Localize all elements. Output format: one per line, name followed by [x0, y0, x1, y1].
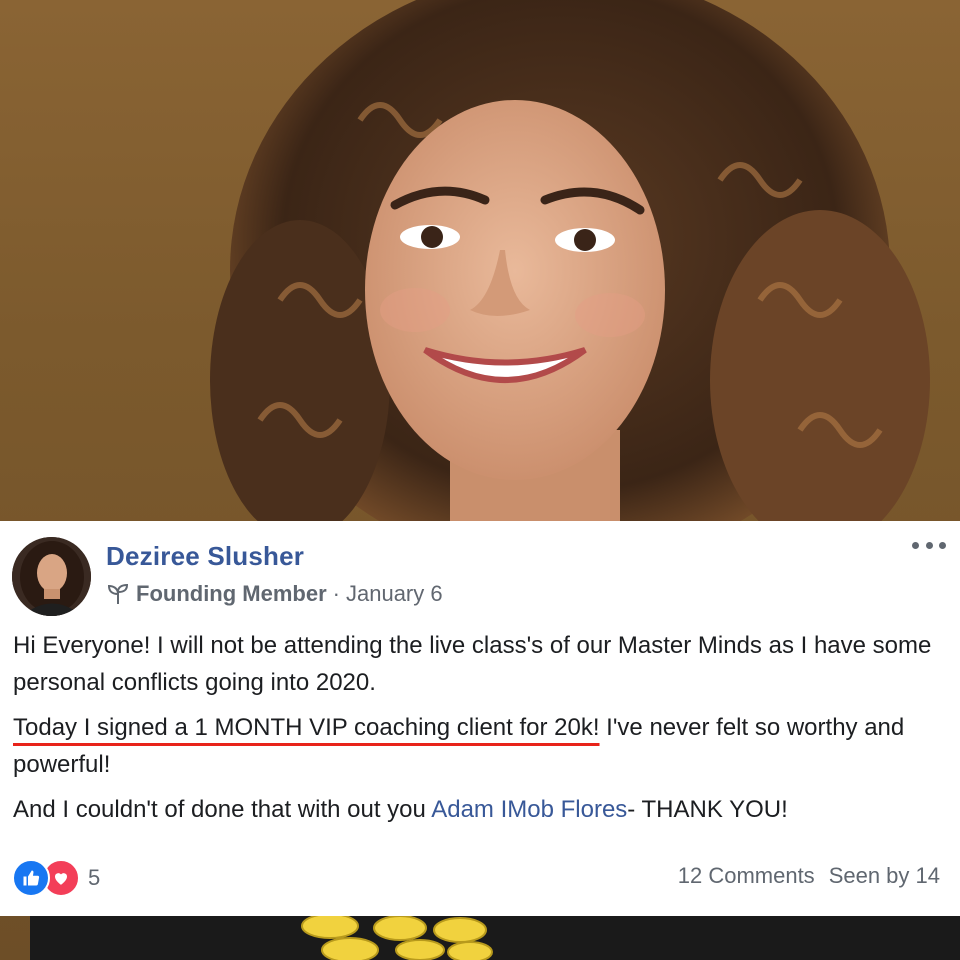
meta-separator: · [332, 581, 340, 606]
post-text: And I couldn't of done that with out you [13, 796, 432, 823]
post-text: - THANK YOU! [627, 796, 788, 823]
sprout-icon [107, 583, 129, 604]
post-date[interactable]: January 6 [346, 581, 443, 607]
author-name[interactable]: Deziree Slusher [106, 541, 304, 572]
more-options-icon[interactable] [912, 539, 946, 551]
like-icon [12, 859, 50, 897]
avatar-image [12, 537, 91, 616]
avatar[interactable] [12, 537, 91, 616]
reactions-summary[interactable]: 5 [12, 859, 100, 897]
post-footer: 5 12 Comments Seen by 14 [12, 855, 940, 897]
seen-by-link[interactable]: Seen by 14 [829, 863, 940, 889]
user-mention-link[interactable]: Adam IMob Flores [431, 796, 627, 823]
comments-link[interactable]: 12 Comments [678, 863, 815, 889]
post-paragraph: Hi Everyone! I will not be attending the… [13, 632, 932, 696]
post-paragraph: And I couldn't of done that with out you… [13, 791, 948, 828]
member-badge: Founding Member [136, 581, 327, 606]
post-paragraph: Today I signed a 1 MONTH VIP coaching cl… [13, 709, 948, 783]
post-body: Hi Everyone! I will not be attending the… [13, 627, 948, 836]
post-stats: 12 Comments Seen by 14 [678, 863, 940, 889]
post-card: Deziree Slusher Founding Member · Januar… [0, 521, 960, 916]
post-meta: Founding Member · January 6 [106, 581, 443, 607]
highlighted-text: Today I signed a 1 MONTH VIP coaching cl… [13, 714, 600, 741]
reaction-count: 5 [88, 865, 101, 890]
